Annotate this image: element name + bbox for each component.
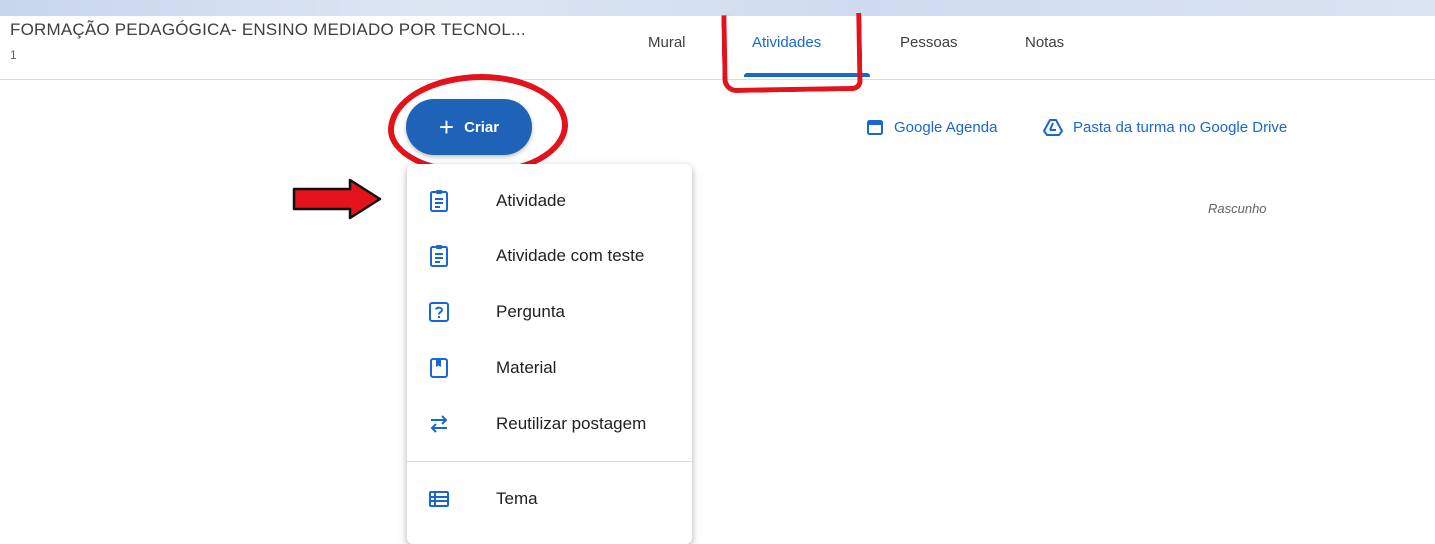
class-drive-folder-link[interactable]: Pasta da turma no Google Drive xyxy=(1043,118,1287,136)
plus-icon: + xyxy=(438,112,455,142)
annotation-tab-highlight xyxy=(721,12,863,94)
menu-item-label: Atividade com teste xyxy=(496,246,645,265)
question-icon xyxy=(429,302,449,322)
tab-pessoas[interactable]: Pessoas xyxy=(900,34,958,51)
menu-item-tema[interactable]: Tema xyxy=(407,475,692,523)
calendar-icon xyxy=(867,120,883,135)
menu-item-pergunta[interactable]: Pergunta xyxy=(407,288,692,336)
draft-label: Rascunho xyxy=(1208,201,1267,216)
google-calendar-link[interactable]: Google Agenda xyxy=(866,118,997,136)
menu-item-label: Atividade xyxy=(496,191,566,210)
browser-top-strip xyxy=(0,0,1435,16)
menu-item-reutilizar-postagem[interactable]: Reutilizar postagem xyxy=(407,400,692,448)
quiz-assignment-icon xyxy=(430,245,448,267)
menu-item-label: Tema xyxy=(496,489,538,508)
menu-item-material[interactable]: Material xyxy=(407,344,692,392)
tab-mural[interactable]: Mural xyxy=(648,34,686,51)
create-menu: Atividade Atividade com teste Pergunta M… xyxy=(407,164,692,544)
repeat-icon xyxy=(430,415,448,433)
annotation-arrow xyxy=(292,178,382,220)
topic-list-icon xyxy=(429,491,449,507)
tab-notas[interactable]: Notas xyxy=(1025,34,1064,51)
class-drive-folder-label: Pasta da turma no Google Drive xyxy=(1073,118,1288,136)
menu-divider xyxy=(407,461,692,462)
drive-icon xyxy=(1043,119,1063,136)
google-calendar-label: Google Agenda xyxy=(894,118,998,136)
tab-atividades[interactable]: Atividades xyxy=(752,34,821,51)
course-section: 1 xyxy=(10,48,17,62)
menu-item-label: Material xyxy=(496,358,557,377)
course-title[interactable]: FORMAÇÃO PEDAGÓGICA- ENSINO MEDIADO POR … xyxy=(10,20,526,40)
menu-item-label: Pergunta xyxy=(496,302,565,321)
active-tab-indicator xyxy=(744,73,870,77)
menu-item-label: Reutilizar postagem xyxy=(496,414,647,433)
class-header: FORMAÇÃO PEDAGÓGICA- ENSINO MEDIADO POR … xyxy=(0,12,1435,94)
create-button-label: Criar xyxy=(464,118,500,136)
assignment-icon xyxy=(430,190,448,212)
create-button[interactable]: + Criar xyxy=(406,99,532,155)
menu-item-atividade[interactable]: Atividade xyxy=(407,177,692,225)
book-icon xyxy=(430,358,448,378)
menu-item-atividade-com-teste[interactable]: Atividade com teste xyxy=(407,232,692,280)
